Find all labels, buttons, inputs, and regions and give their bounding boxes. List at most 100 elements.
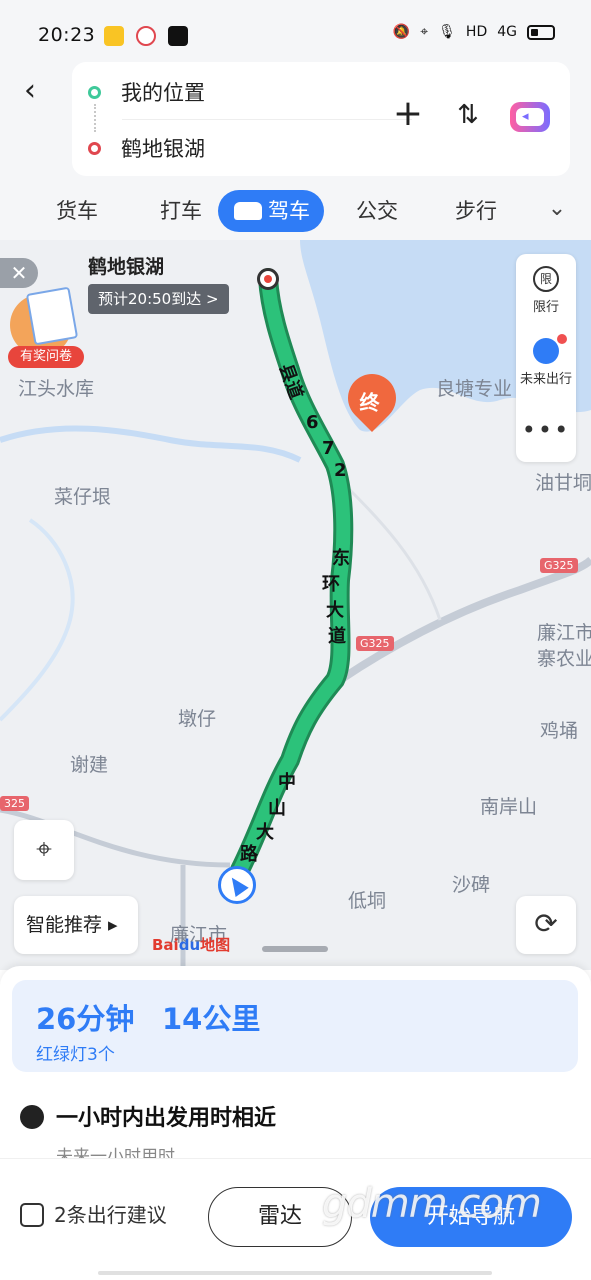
place-label: 菜仔垠 [54, 486, 112, 508]
route-input-box: 我的位置 鹤地银湖 + ⇅ ◂ [72, 62, 570, 176]
home-indicator [98, 1271, 492, 1275]
tab-drive[interactable]: 驾车 [218, 190, 324, 232]
end-marker-label: 终 [359, 390, 380, 415]
triangle-right-icon: ▸ [102, 914, 118, 936]
tab-drive-label: 驾车 [268, 199, 310, 223]
crosshair-icon: ⌖ [36, 832, 52, 865]
status-bar: 20:23 🔕 ⌖ 🎙 HD 4G [0, 0, 591, 60]
tab-transit[interactable]: 公交 [356, 190, 398, 232]
road-label: 6 [306, 412, 319, 433]
destination-text: 鹤地银湖 [121, 137, 205, 161]
brand-paw: du [178, 936, 201, 954]
destination-title: 鹤地银湖 [88, 256, 165, 278]
eta-chip[interactable]: 预计20:50到达 > [88, 284, 229, 314]
battery-icon [527, 24, 555, 40]
route-distance: 14公里 [162, 1002, 261, 1036]
baidu-map-logo: Baidu地图 [152, 934, 230, 955]
road-label: 东 [332, 548, 350, 569]
route-duration: 26分钟 [36, 1002, 135, 1036]
ai-assistant-icon: ◂ [522, 109, 529, 124]
grid-icon [20, 1203, 44, 1227]
smart-recommend-button[interactable]: 智能推荐 ▸ [14, 896, 138, 954]
place-label: 低垌 [348, 890, 387, 912]
status-time: 20:23 [38, 24, 96, 46]
map-view[interactable]: 江头水库 菜仔垠 良塘专业 油甘垌 廉江市 寨农业 鸡埇 墩仔 谢建 南岸山 低… [0, 240, 591, 970]
place-label: 寨农业 [537, 648, 591, 670]
clock-icon [20, 1105, 44, 1129]
stream-water [0, 518, 75, 722]
river-water [0, 425, 302, 463]
future-trip-button[interactable]: 未来出行 [516, 334, 576, 387]
road-label: 大 [326, 600, 344, 621]
status-indicators: 🔕 ⌖ 🎙 HD 4G [393, 24, 555, 40]
place-label: 沙碑 [452, 874, 491, 896]
depart-title: 一小时内出发用时相近 [56, 1106, 277, 1131]
limit-icon: 限 [533, 266, 559, 292]
refresh-button[interactable]: ⟳ [516, 896, 576, 954]
destination-marker[interactable] [257, 268, 279, 290]
tab-taxi[interactable]: 打车 [160, 190, 202, 232]
hd-icon: HD [465, 24, 488, 40]
road-thin [338, 478, 442, 621]
road-label: 2 [334, 460, 347, 481]
locate-button[interactable]: ⌖ [14, 820, 74, 880]
chevron-down-icon[interactable]: ⌄ [540, 196, 574, 226]
close-icon[interactable]: ✕ [0, 258, 38, 288]
road-badge: G325 [356, 636, 394, 651]
survey-widget[interactable]: 有奖问卷 [8, 286, 84, 368]
current-location-marker [218, 866, 256, 904]
trip-suggestions-button[interactable]: 2条出行建议 [20, 1199, 167, 1228]
route-bottom-sheet: 26分钟 14公里 红绿灯3个 一小时内出发用时相近 未来一小时用时 2条出行建… [0, 966, 591, 1280]
swap-route-button[interactable]: ⇅ [452, 100, 484, 132]
survey-label: 有奖问卷 [8, 346, 84, 368]
meituan-icon [104, 26, 124, 46]
sheet-drag-handle[interactable] [262, 946, 328, 952]
route-header: ‹ 我的位置 鹤地银湖 + ⇅ ◂ 货车 打车 驾车 公交 步行 ⌄ [0, 60, 591, 240]
car-icon [234, 202, 262, 220]
brand-suffix: 地图 [200, 936, 231, 954]
traffic-lights-count: 红绿灯3个 [36, 1045, 115, 1065]
origin-field[interactable]: 我的位置 [72, 64, 372, 120]
add-waypoint-button[interactable]: + [390, 96, 426, 134]
ai-assistant-button[interactable]: ◂ [510, 102, 550, 132]
traffic-limit-button[interactable]: 限 限行 [516, 266, 576, 315]
place-label: 鸡埇 [540, 720, 579, 742]
place-label: 廉江市 [537, 622, 591, 644]
destination-field[interactable]: 鹤地银湖 [72, 120, 372, 176]
location-app-icon [136, 26, 156, 46]
more-icon[interactable]: ••• [516, 418, 576, 442]
road-badge: 325 [0, 796, 29, 811]
place-label: 油甘垌 [535, 472, 591, 494]
mic-icon: 🎙 [438, 24, 456, 40]
tiktok-icon [168, 26, 188, 46]
road-label: 中 [278, 772, 296, 793]
depart-time-row[interactable]: 一小时内出发用时相近 [20, 1100, 276, 1132]
place-label: 墩仔 [178, 708, 217, 730]
origin-text: 我的位置 [121, 81, 205, 105]
route-card[interactable]: 26分钟 14公里 红绿灯3个 [12, 980, 578, 1072]
watermark: gdmm.com [322, 1181, 542, 1227]
refresh-icon: ⟳ [534, 907, 558, 940]
signal-icon: 4G [497, 24, 517, 40]
road-label: 环 [322, 574, 340, 595]
road-label: 道 [328, 626, 346, 647]
road-label: 7 [322, 438, 335, 459]
road-badge: G325 [540, 558, 578, 573]
map-canvas [0, 240, 591, 970]
place-label: 南岸山 [480, 796, 538, 818]
limit-label: 限行 [532, 300, 559, 315]
tab-walk[interactable]: 步行 [455, 190, 497, 232]
back-button[interactable]: ‹ [24, 76, 56, 108]
road-label: 山 [268, 798, 286, 819]
status-app-icons [104, 26, 188, 46]
road-label: 大 [256, 822, 274, 843]
location-icon: ⌖ [420, 24, 429, 40]
suggestions-label: 2条出行建议 [54, 1203, 167, 1227]
road-label: 路 [240, 844, 258, 865]
brand-text: Bai [152, 936, 179, 954]
clock-icon [533, 334, 567, 364]
bottom-action-bar: 2条出行建议 雷达 开始导航 gdmm.com [0, 1158, 591, 1280]
smart-recommend-label: 智能推荐 [26, 914, 103, 936]
tab-truck[interactable]: 货车 [56, 190, 98, 232]
survey-doc-icon [25, 286, 79, 346]
